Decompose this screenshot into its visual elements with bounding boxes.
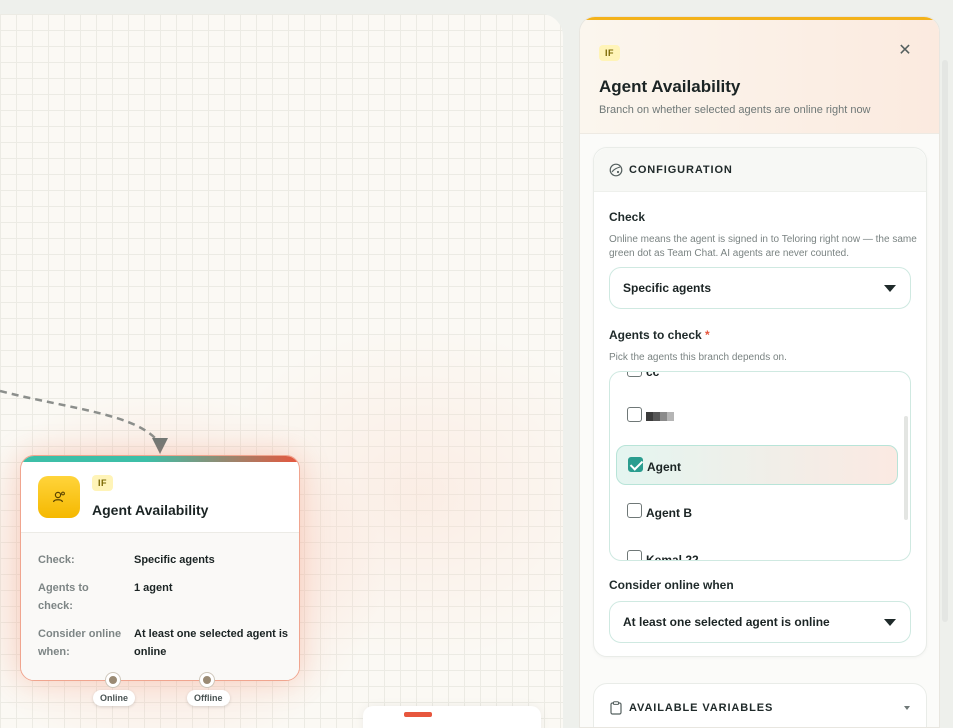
- node-row-label: Consider online when:: [38, 628, 122, 658]
- panel-if-badge: IF: [599, 45, 620, 61]
- agents-help: Pick the agents this branch depends on.: [609, 352, 787, 363]
- clipboard-icon: [610, 701, 622, 715]
- node-row-label: Agents to check:: [38, 582, 89, 612]
- node-row-value: 1 agent: [134, 582, 173, 594]
- agent-option[interactable]: Agent B: [616, 492, 898, 532]
- agent-option-label: Agent B: [646, 506, 692, 520]
- consider-select-value: At least one selected agent is online: [623, 615, 830, 629]
- node-row-value: Specific agents: [134, 554, 215, 566]
- available-variables-section[interactable]: AVAILABLE VARIABLES: [593, 683, 927, 727]
- agent-checkbox[interactable]: [627, 407, 642, 422]
- consider-select[interactable]: At least one selected agent is online: [609, 601, 911, 643]
- chevron-down-icon[interactable]: [904, 706, 910, 710]
- check-select[interactable]: Specific agents: [609, 267, 911, 309]
- agents-listbox[interactable]: cc Agent Agent B Kemal 22: [609, 371, 911, 561]
- panel-header: IF ✕ Agent Availability Branch on whethe…: [580, 20, 939, 134]
- section-title: AVAILABLE VARIABLES: [629, 702, 774, 714]
- check-label: Check: [609, 210, 646, 224]
- agent-option[interactable]: cc: [616, 371, 898, 391]
- agent-checkbox[interactable]: [627, 503, 642, 518]
- agents-label: Agents to check *: [609, 328, 710, 342]
- configuration-header: CONFIGURATION: [594, 148, 926, 192]
- configuration-section: CONFIGURATION Check Online means the age…: [593, 147, 927, 657]
- offline-handle-label: Offline: [187, 690, 230, 706]
- chevron-down-icon: [884, 619, 896, 626]
- node-title: Agent Availability: [92, 502, 209, 518]
- check-help: Online means the agent is signed in to T…: [609, 234, 917, 259]
- agents-label-text: Agents to check: [609, 328, 702, 342]
- chevron-down-icon: [884, 285, 896, 292]
- agent-status-icon: [38, 476, 80, 518]
- online-output-handle[interactable]: [106, 673, 120, 687]
- required-marker: *: [705, 328, 710, 342]
- offline-output-handle[interactable]: [200, 673, 214, 687]
- section-title: CONFIGURATION: [629, 164, 733, 176]
- consider-label: Consider online when: [609, 578, 734, 592]
- agent-option-label: Kemal 22: [646, 553, 699, 561]
- agent-checkbox-checked[interactable]: [628, 457, 643, 472]
- agent-option-label: cc: [646, 371, 660, 379]
- node-row-label: Check:: [38, 554, 75, 566]
- agent-option-selected[interactable]: Agent: [616, 445, 898, 485]
- agent-availability-node[interactable]: IF Agent Availability Check: Specific ag…: [20, 455, 300, 681]
- online-handle-label: Online: [93, 690, 136, 706]
- agent-checkbox[interactable]: [627, 550, 642, 560]
- agent-option-label: Agent: [647, 460, 681, 474]
- downstream-node[interactable]: [363, 706, 541, 728]
- node-divider: [21, 532, 299, 533]
- node-status-bar: [404, 712, 432, 717]
- agent-option[interactable]: Kemal 22: [616, 539, 898, 561]
- redacted-name: [646, 412, 674, 421]
- panel-subtitle: Branch on whether selected agents are on…: [599, 104, 871, 116]
- agent-checkbox[interactable]: [627, 372, 642, 377]
- node-row-value: At least one selected agent is online: [134, 628, 289, 658]
- listbox-scrollbar[interactable]: [904, 416, 908, 520]
- node-settings-panel: IF ✕ Agent Availability Branch on whethe…: [579, 16, 940, 728]
- agent-option[interactable]: [616, 396, 898, 436]
- panel-title: Agent Availability: [599, 77, 741, 96]
- node-status-bar: [21, 456, 299, 462]
- check-select-value: Specific agents: [623, 281, 712, 295]
- node-if-badge: IF: [92, 475, 113, 491]
- close-icon[interactable]: ✕: [897, 43, 913, 59]
- palette-icon: [609, 163, 623, 177]
- panel-scrollbar[interactable]: [942, 60, 948, 622]
